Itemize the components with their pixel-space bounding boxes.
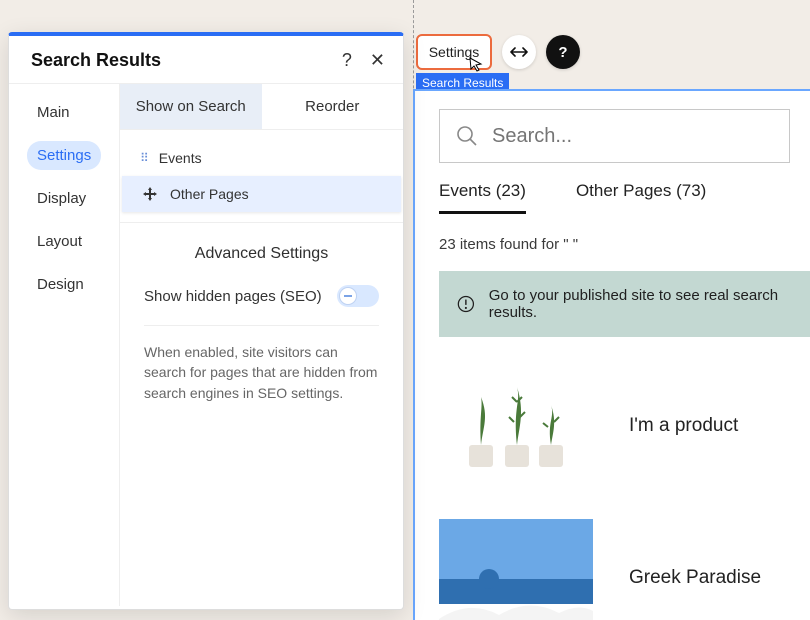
list-item-label: Events <box>159 150 202 166</box>
seo-toggle-label: Show hidden pages (SEO) <box>144 288 322 305</box>
result-thumb <box>439 519 593 620</box>
move-icon[interactable] <box>142 186 158 202</box>
search-results-preview: Events (23) Other Pages (73) 23 items fo… <box>413 89 810 620</box>
result-item[interactable]: I'm a product <box>439 367 810 485</box>
stretch-button[interactable] <box>502 35 536 69</box>
settings-sidebar: Main Settings Display Layout Design <box>9 84 119 606</box>
sidebar-item-display[interactable]: Display <box>27 184 96 213</box>
result-title: Greek Paradise <box>629 567 761 589</box>
seo-toggle[interactable] <box>337 285 379 307</box>
sidebar-item-main[interactable]: Main <box>27 98 80 127</box>
close-icon[interactable]: ✕ <box>370 50 385 71</box>
seo-description: When enabled, site visitors can search f… <box>120 342 403 403</box>
settings-button[interactable]: Settings <box>416 34 492 70</box>
info-alert-text: Go to your published site to see real se… <box>489 287 792 321</box>
tab-show-on-search[interactable]: Show on Search <box>120 84 262 129</box>
help-icon[interactable]: ? <box>342 50 352 71</box>
tab-reorder[interactable]: Reorder <box>262 84 404 129</box>
results-count: 23 items found for " " <box>439 236 810 253</box>
search-icon <box>456 125 478 147</box>
sidebar-item-design[interactable]: Design <box>27 270 94 299</box>
tab-other-pages-label: Other Pages (73) <box>576 181 706 200</box>
question-icon: ? <box>558 44 567 61</box>
settings-popover: Search Results ? ✕ Main Settings Display… <box>8 32 404 610</box>
popover-title: Search Results <box>31 50 161 71</box>
list-item-other-pages[interactable]: Other Pages <box>122 176 401 212</box>
tab-other-pages[interactable]: Other Pages (73) <box>576 181 706 214</box>
sidebar-item-layout[interactable]: Layout <box>27 227 92 256</box>
tab-events-label: Events (23) <box>439 181 526 200</box>
search-input-container[interactable] <box>439 109 790 163</box>
info-alert: Go to your published site to see real se… <box>439 271 810 337</box>
drag-handle-icon[interactable]: ⠿ <box>140 151 147 165</box>
result-item[interactable]: Greek Paradise <box>439 519 810 620</box>
result-thumb <box>439 367 593 485</box>
search-input[interactable] <box>492 125 773 148</box>
list-item-label: Other Pages <box>170 186 249 202</box>
advanced-settings-header: Advanced Settings <box>120 223 403 279</box>
arrows-horizontal-icon <box>510 46 528 58</box>
sidebar-item-settings[interactable]: Settings <box>27 141 101 170</box>
cursor-icon <box>468 56 484 72</box>
info-icon <box>457 294 475 314</box>
tab-events[interactable]: Events (23) <box>439 181 526 214</box>
content-type-list: ⠿ Events Other Pages <box>120 129 403 223</box>
help-button[interactable]: ? <box>546 35 580 69</box>
result-title: I'm a product <box>629 415 738 437</box>
list-item-events[interactable]: ⠿ Events <box>120 140 403 176</box>
